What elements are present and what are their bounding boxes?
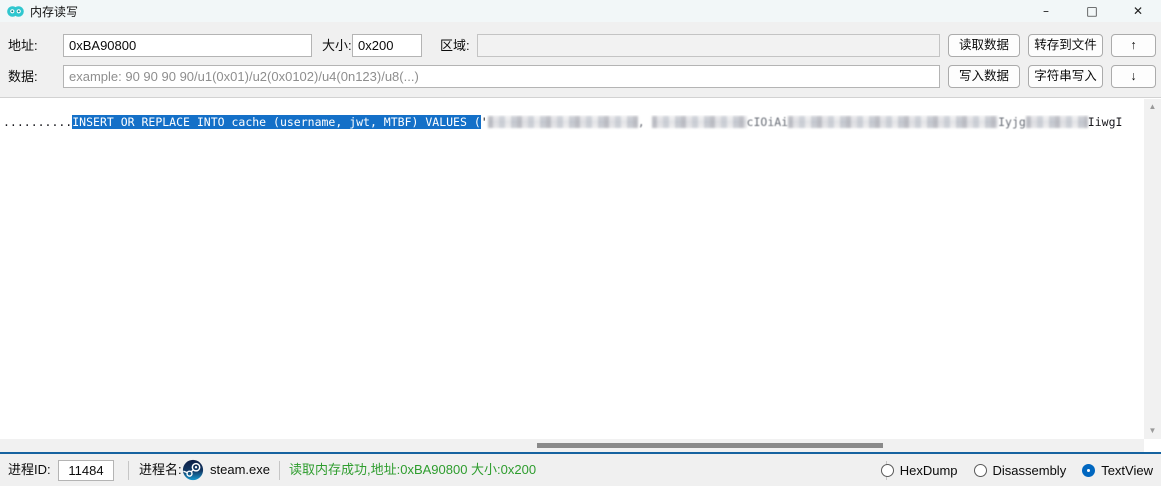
address-label: 地址: [8, 34, 38, 58]
memory-segment-faint: Iyjg [998, 115, 1026, 129]
view-mode-group: HexDump Disassembly TextView [881, 454, 1153, 486]
region-label: 区域: [440, 34, 470, 58]
memory-segment-mosaic [652, 116, 747, 128]
process-id-label: 进程ID: [8, 454, 51, 486]
title-bar: 内存读写 – □ ✕ [0, 0, 1161, 22]
status-message: 读取内存成功,地址:0xBA90800 大小:0x200 [289, 454, 536, 486]
write-string-button[interactable]: 字符串写入 [1028, 65, 1103, 88]
status-bar: 进程ID: 进程名: steam.exe 读取内存成功,地址:0xBA90800… [0, 454, 1161, 486]
scroll-down-button[interactable]: ↓ [1111, 65, 1156, 88]
process-name-label: 进程名: [139, 454, 182, 486]
steam-icon [182, 459, 204, 481]
toolbar: 地址: 大小: 区域: 读取数据 转存到文件 ↑ 数据: 写入数据 字符串写入 … [0, 22, 1161, 97]
memory-line: ..........INSERT OR REPLACE INTO cache (… [3, 115, 1141, 130]
horizontal-scrollbar-thumb[interactable] [537, 443, 883, 448]
statusbar-separator [279, 461, 280, 480]
horizontal-scrollbar[interactable] [0, 439, 1144, 452]
size-input[interactable] [352, 34, 422, 57]
scrollbar-down-arrow-icon[interactable]: ▼ [1144, 423, 1161, 439]
view-mode-textview[interactable]: TextView [1082, 463, 1153, 478]
app-window: 内存读写 – □ ✕ 地址: 大小: 区域: 读取数据 转存到文件 ↑ 数据: … [0, 0, 1161, 486]
data-label: 数据: [8, 65, 38, 89]
write-data-button[interactable]: 写入数据 [948, 65, 1020, 88]
view-mode-disassembly[interactable]: Disassembly [974, 463, 1067, 478]
app-icon [7, 5, 24, 18]
region-input[interactable] [477, 34, 940, 57]
minimize-button[interactable]: – [1023, 0, 1069, 22]
scroll-up-button[interactable]: ↑ [1111, 34, 1156, 57]
memory-segment-mosaic [488, 116, 638, 128]
memory-segment-mosaic [1026, 116, 1088, 128]
data-input[interactable] [63, 65, 940, 88]
radio-icon [974, 464, 987, 477]
memory-segment-faint: , [638, 115, 652, 129]
memory-segment-faint: cIOiAi [747, 115, 789, 129]
radio-icon [881, 464, 894, 477]
dump-to-file-button[interactable]: 转存到文件 [1028, 34, 1103, 57]
memory-text-view[interactable]: ..........INSERT OR REPLACE INTO cache (… [0, 97, 1161, 452]
view-mode-hexdump[interactable]: HexDump [881, 463, 958, 478]
memory-segment-selected: INSERT OR REPLACE INTO cache (username, … [72, 115, 481, 129]
memory-segment-text: .......... [3, 115, 72, 129]
read-data-button[interactable]: 读取数据 [948, 34, 1020, 57]
process-id-input[interactable] [58, 460, 114, 481]
close-button[interactable]: ✕ [1115, 0, 1161, 22]
window-title: 内存读写 [30, 3, 78, 20]
vertical-scrollbar[interactable]: ▲ ▼ [1144, 99, 1161, 439]
window-controls: – □ ✕ [1023, 0, 1161, 22]
maximize-button[interactable]: □ [1069, 0, 1115, 22]
view-mode-label: Disassembly [993, 463, 1067, 478]
memory-segment-text: ' [481, 115, 488, 129]
view-mode-label: TextView [1101, 463, 1153, 478]
statusbar-separator [128, 461, 129, 480]
scrollbar-up-arrow-icon[interactable]: ▲ [1144, 99, 1161, 115]
size-label: 大小: [322, 34, 352, 58]
radio-icon [1082, 464, 1095, 477]
address-input[interactable] [63, 34, 312, 57]
process-name-value: steam.exe [210, 454, 270, 486]
view-mode-label: HexDump [900, 463, 958, 478]
memory-segment-text: IiwgI [1088, 115, 1123, 129]
memory-segment-mosaic [788, 116, 998, 128]
